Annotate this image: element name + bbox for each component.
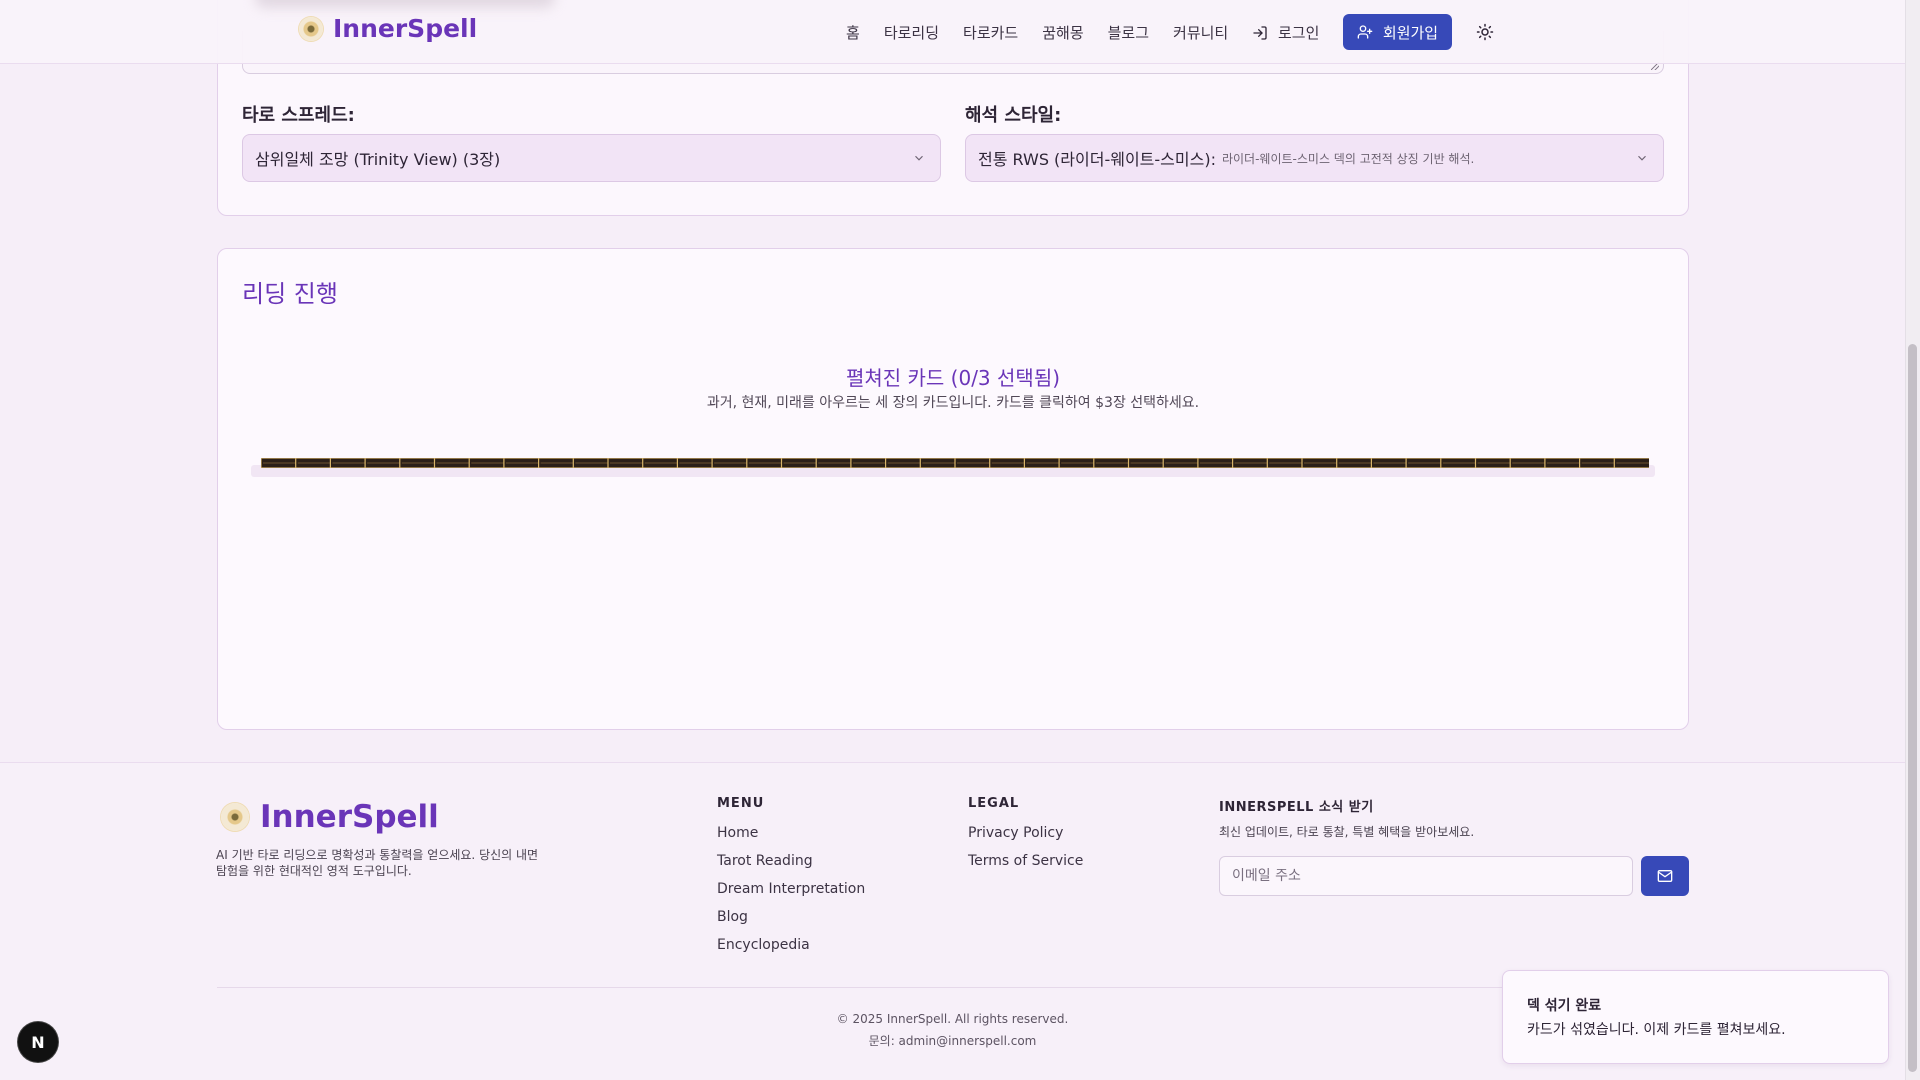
legal-heading: LEGAL [968,796,1020,811]
eye-logo-icon [221,803,249,831]
spread-select-value: 삼위일체 조망 (Trinity View) (3장) [255,150,501,169]
chevron-down-icon [1638,155,1646,161]
toast-notification[interactable]: 덱 섞기 완료 카드가 섞였습니다. 이제 카드를 펼쳐보세요. [1502,970,1889,1064]
signup-label: 회원가입 [1382,23,1439,42]
footer-description: AI 기반 타로 리딩으로 명확성과 통찰력을 얻으세요. 당신의 내면 탐험을… [216,848,539,878]
chevron-down-icon [915,155,923,161]
login-icon [1253,25,1267,40]
user-plus-icon [1357,25,1373,39]
page-scrollbar[interactable] [1905,0,1920,1080]
footer-link-encyclopedia[interactable]: Encyclopedia [717,937,810,953]
spread-label: 타로 스프레드: [242,105,355,126]
signup-button[interactable]: 회원가입 [1343,14,1452,50]
email-input[interactable] [1219,856,1633,896]
reading-progress-card: 리딩 진행 펼쳐진 카드 (0/3 선택됨) 과거, 현재, 미래를 아우르는 … [217,248,1689,730]
footer-link-home[interactable]: Home [717,825,758,841]
footer-link-privacy[interactable]: Privacy Policy [968,825,1063,841]
nav-item-blog[interactable]: 블로그 [1108,22,1149,43]
footer-link-blog[interactable]: Blog [717,909,748,925]
subscribe-button[interactable] [1641,856,1689,896]
style-select-hint: 라이더-웨이트-스미스 덱의 고전적 상징 기반 해석. [1221,151,1475,166]
footer-link-tarot-reading[interactable]: Tarot Reading [717,853,813,869]
style-label: 해석 스타일: [965,105,1062,126]
newsletter-note: 최신 업데이트, 타로 통찰, 특별 혜택을 받아보세요. [1219,825,1475,839]
scrolled-content-shadow [255,0,555,8]
footer-brand-name: InnerSpell [260,799,439,835]
site-header: InnerSpell 홈 타로리딩 타로카드 꿈해몽 블로그 커뮤니티 로그인 … [0,0,1905,64]
footer-link-dream[interactable]: Dream Interpretation [717,881,865,897]
nav-item-community[interactable]: 커뮤니티 [1173,22,1228,43]
mail-icon [1657,870,1673,882]
spread-card[interactable] [1613,458,1649,468]
newsletter-heading: INNERSPELL 소식 받기 [1219,800,1374,815]
footer-link-terms[interactable]: Terms of Service [968,853,1083,869]
login-label: 로그인 [1278,24,1320,42]
toast-description: 카드가 섞였습니다. 이제 카드를 펼쳐보세요. [1527,1022,1786,1038]
nav-item-dream[interactable]: 꿈해몽 [1042,22,1083,43]
eye-logo-icon [299,16,323,41]
scrollbar-thumb[interactable] [1908,344,1917,1072]
style-select-value: 전통 RWS (라이더-웨이트-스미스): [978,150,1216,169]
main-nav: 홈 타로리딩 타로카드 꿈해몽 블로그 커뮤니티 [846,22,1228,43]
sun-icon[interactable] [1476,23,1494,41]
dev-badge-letter: N [31,1032,45,1052]
spread-title: 펼쳐진 카드 (0/3 선택됨) [845,366,1061,390]
brand-logo-link[interactable]: InnerSpell [299,14,477,43]
nav-item-tarot-cards[interactable]: 타로카드 [963,22,1018,43]
style-select[interactable]: 전통 RWS (라이더-웨이트-스미스): 라이더-웨이트-스미스 덱의 고전적… [965,134,1664,182]
spread-subtitle: 과거, 현재, 미래를 아우르는 세 장의 카드입니다. 카드를 클릭하여 $3… [706,395,1200,411]
spread-card-deck[interactable] [261,458,1649,468]
footer-brand[interactable]: InnerSpell [221,799,439,835]
nav-item-home[interactable]: 홈 [846,22,860,43]
brand-name: InnerSpell [333,14,478,43]
login-button[interactable]: 로그인 [1252,22,1319,43]
reading-title: 리딩 진행 [242,280,338,308]
spread-select[interactable]: 삼위일체 조망 (Trinity View) (3장) [242,134,941,182]
menu-heading: MENU [717,796,765,811]
dev-tools-badge[interactable]: N [18,1022,58,1062]
nav-item-tarot-reading[interactable]: 타로리딩 [884,22,939,43]
footer-divider [217,987,1689,988]
toast-title: 덱 섞기 완료 [1527,998,1602,1014]
